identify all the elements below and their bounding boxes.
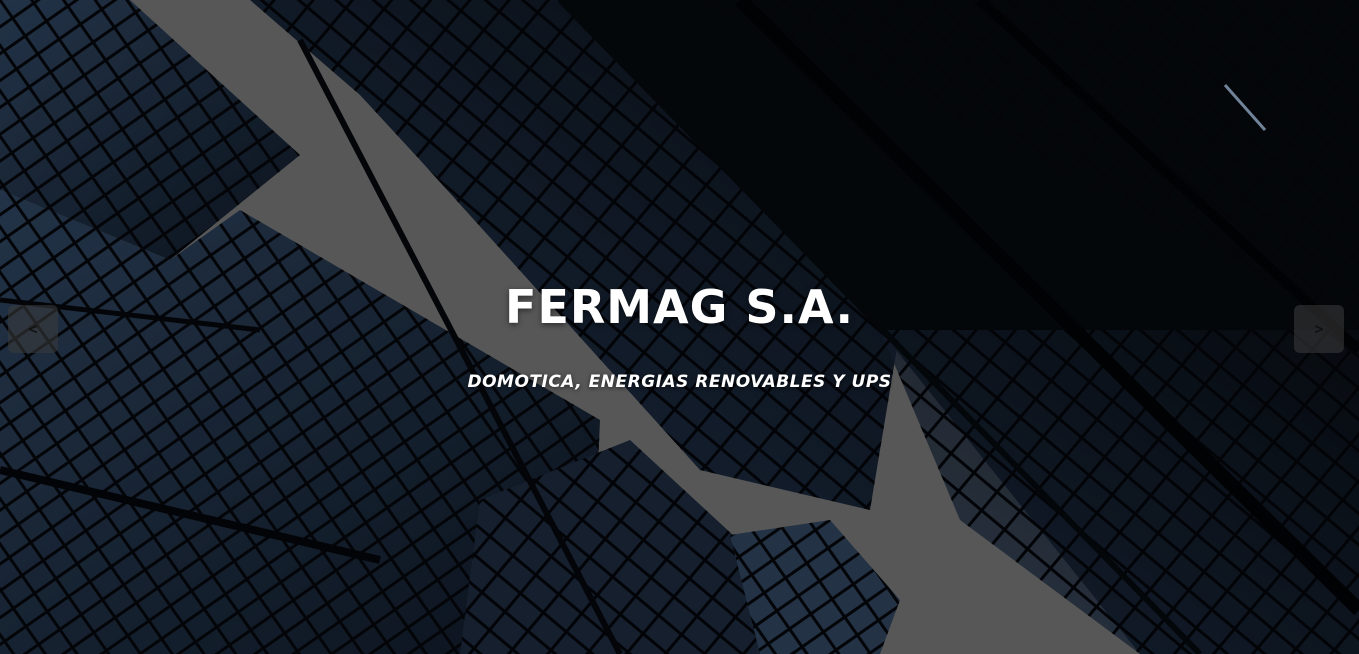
carousel-prev-button[interactable]: < (8, 305, 58, 353)
hero-title: FERMAG S.A. (505, 280, 854, 334)
chevron-left-icon: < (28, 320, 38, 338)
chevron-right-icon: > (1314, 320, 1324, 338)
carousel-next-button[interactable]: > (1294, 305, 1344, 353)
hero-subtitle: DOMOTICA, ENERGIAS RENOVABLES Y UPS (467, 372, 892, 392)
hero-carousel: FERMAG S.A. DOMOTICA, ENERGIAS RENOVABLE… (0, 0, 1359, 654)
